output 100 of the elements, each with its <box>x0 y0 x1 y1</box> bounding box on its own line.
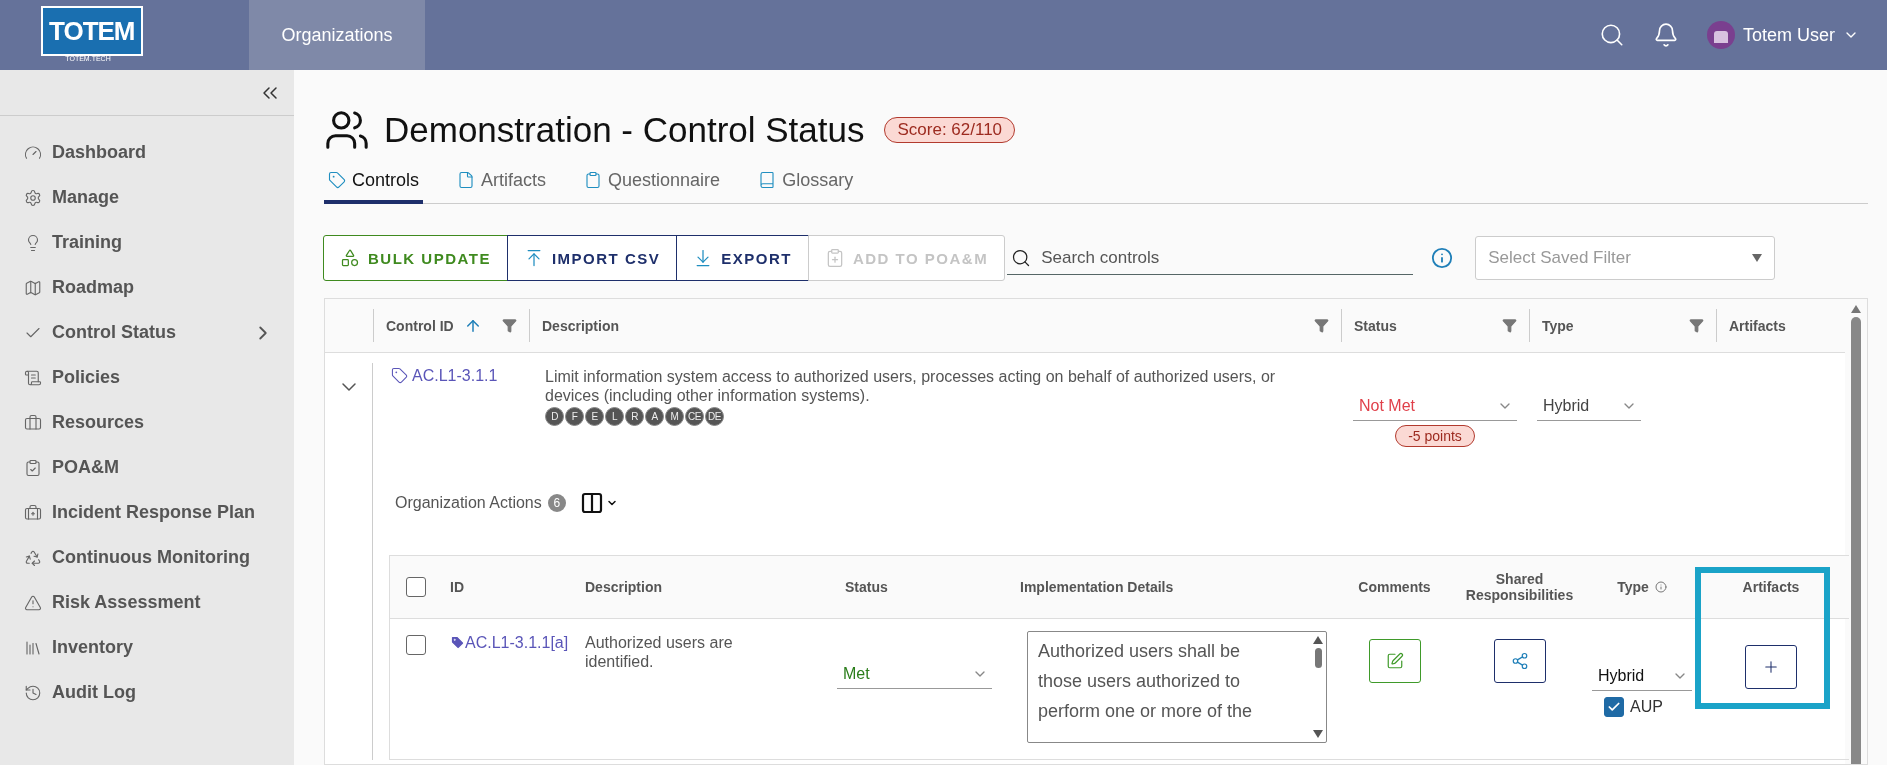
checkmark-icon <box>1607 700 1621 714</box>
tag-badge: R <box>625 407 644 426</box>
tag-badge: D <box>545 407 564 426</box>
edit-icon <box>1385 652 1404 670</box>
dropdown-caret-icon <box>1752 254 1763 262</box>
sidebar-item[interactable]: Risk Assessment <box>0 580 294 625</box>
column-header: Type <box>1592 579 1692 595</box>
column-header: Status <box>844 579 889 595</box>
share-icon <box>1510 652 1529 670</box>
tag-badge: F <box>565 407 584 426</box>
sidebar-item[interactable]: Resources <box>0 400 294 445</box>
toolbar-button[interactable]: EXPORT <box>676 235 809 281</box>
tab[interactable]: Questionnaire <box>580 160 725 204</box>
sidebar-item[interactable]: Inventory <box>0 625 294 670</box>
settings-icon <box>24 188 42 207</box>
sidebar-item[interactable]: Control Status <box>0 310 294 355</box>
filter-icon[interactable] <box>1314 318 1329 333</box>
sidebar-item[interactable]: Policies <box>0 355 294 400</box>
sidebar-item[interactable]: Manage <box>0 175 294 220</box>
filter-icon[interactable] <box>502 318 517 333</box>
sidebar-item[interactable]: Continuous Monitoring <box>0 535 294 580</box>
book-icon <box>758 171 777 189</box>
user-name: Totem User <box>1742 24 1835 46</box>
tag-icon <box>391 367 408 384</box>
logo[interactable]: TOTEM <box>41 6 143 56</box>
action-description: Authorized users are identified. <box>584 633 734 671</box>
aup-checkbox[interactable] <box>1604 697 1624 717</box>
search-field[interactable]: Search controls <box>1039 246 1414 269</box>
control-id-link[interactable]: AC.L1-3.1.1 <box>373 353 529 447</box>
tag-badge: A <box>645 407 664 426</box>
row-checkbox[interactable] <box>406 635 426 655</box>
shapes-icon <box>340 248 360 268</box>
points-badge: -5 points <box>1395 425 1475 447</box>
tag-icon <box>328 171 346 189</box>
info-icon[interactable] <box>1654 581 1667 593</box>
status-select[interactable]: Not Met <box>1353 391 1517 421</box>
sidebar-item[interactable]: Training <box>0 220 294 265</box>
column-header[interactable]: Description <box>529 309 1341 342</box>
avatar-icon <box>1706 21 1735 49</box>
column-header[interactable]: Control ID <box>373 309 529 342</box>
warning-icon <box>24 593 42 612</box>
checkbox-label: AUP <box>1630 698 1663 716</box>
tab[interactable]: Controls <box>324 160 424 204</box>
column-header: Shared Responsibilities <box>1464 571 1575 603</box>
tag-badge: M <box>665 407 684 426</box>
sidebar-item[interactable]: Roadmap <box>0 265 294 310</box>
column-header: ID <box>449 579 465 595</box>
plus-icon <box>1762 658 1780 676</box>
column-header: Description <box>584 579 663 595</box>
select-all-checkbox[interactable] <box>406 577 426 597</box>
comment-button[interactable] <box>1368 639 1421 683</box>
tag-badge: CE <box>685 407 704 426</box>
count-badge: 6 <box>547 494 566 512</box>
column-header[interactable]: Type <box>1529 309 1716 342</box>
tab[interactable]: Glossary <box>754 160 858 204</box>
column-header: Comments <box>1357 579 1432 595</box>
add-artifact-button[interactable] <box>1745 645 1797 689</box>
implementation-field[interactable]: Authorized users shall be those users authorized to perform one or more of the <box>1027 631 1327 743</box>
toolbar-button[interactable]: BULK UPDATE <box>323 235 508 281</box>
user-menu[interactable]: Totem User <box>1706 21 1859 49</box>
column-header: Artifacts <box>1741 579 1801 595</box>
tag-badge: E <box>585 407 604 426</box>
history-icon <box>24 683 42 702</box>
medical-case-icon <box>24 503 42 522</box>
action-id-link[interactable]: AC.L1-3.1.1[a] <box>442 619 577 652</box>
search-icon <box>1011 247 1032 268</box>
clipboard-icon <box>584 171 603 189</box>
tag-badge: DE <box>705 407 724 426</box>
tag-badge: L <box>605 407 624 426</box>
tab[interactable]: Artifacts <box>453 160 551 204</box>
column-header[interactable]: Artifacts <box>1716 309 1823 342</box>
scroll-icon <box>24 368 42 387</box>
column-header: Implementation Details <box>1019 579 1175 595</box>
briefcase-icon <box>24 413 42 432</box>
section-label: Organization Actions <box>395 494 542 512</box>
sidebar-item[interactable]: POA&M <box>0 445 294 490</box>
info-icon[interactable] <box>1431 247 1454 269</box>
clipboard-icon <box>24 458 42 477</box>
columns-icon <box>579 491 604 515</box>
page-title: Demonstration - Control Status <box>384 110 865 150</box>
gauge-icon <box>24 143 42 162</box>
status-select[interactable]: Met <box>837 659 992 689</box>
column-header[interactable]: Status <box>1341 309 1529 342</box>
map-icon <box>24 278 42 297</box>
recycle-icon <box>24 548 42 567</box>
score-badge: Score: 62/110 <box>884 117 1016 143</box>
sidebar-item[interactable]: Audit Log <box>0 670 294 715</box>
filter-icon[interactable] <box>1689 318 1704 333</box>
share-button[interactable] <box>1493 639 1546 683</box>
sidebar-item[interactable]: Dashboard <box>0 130 294 175</box>
type-select[interactable]: Hybrid <box>1537 391 1641 421</box>
nav-tab[interactable]: Organizations <box>249 0 425 70</box>
filter-icon[interactable] <box>1502 318 1517 333</box>
scrollbar[interactable] <box>1845 299 1867 764</box>
file-icon <box>457 171 476 189</box>
type-select[interactable]: Hybrid <box>1592 661 1692 691</box>
toolbar-button[interactable]: IMPORT CSV <box>506 235 678 281</box>
tag-icon <box>450 635 465 650</box>
sidebar-item[interactable]: Incident Response Plan <box>0 490 294 535</box>
control-description: Limit information system access to authorized users, processes acting on behalf of authorized users, or devices (including other information systems). <box>545 367 1277 405</box>
